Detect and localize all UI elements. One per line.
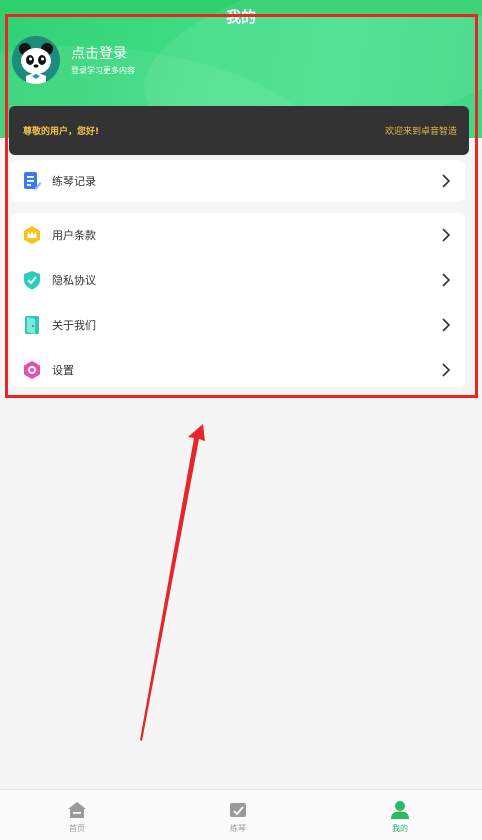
home-icon bbox=[68, 802, 86, 818]
annotation-highlight-box bbox=[5, 14, 478, 398]
tab-home[interactable]: 首页 bbox=[37, 790, 117, 840]
practice-icon bbox=[230, 803, 246, 817]
tab-label: 我的 bbox=[392, 824, 408, 833]
tab-practice[interactable]: 练琴 bbox=[198, 790, 278, 840]
tab-label: 首页 bbox=[69, 824, 85, 833]
tab-label: 练琴 bbox=[230, 824, 246, 833]
user-icon bbox=[391, 801, 409, 819]
tab-mine[interactable]: 我的 bbox=[360, 790, 440, 840]
bottom-tab-bar: 首页 练琴 我的 bbox=[0, 789, 482, 840]
